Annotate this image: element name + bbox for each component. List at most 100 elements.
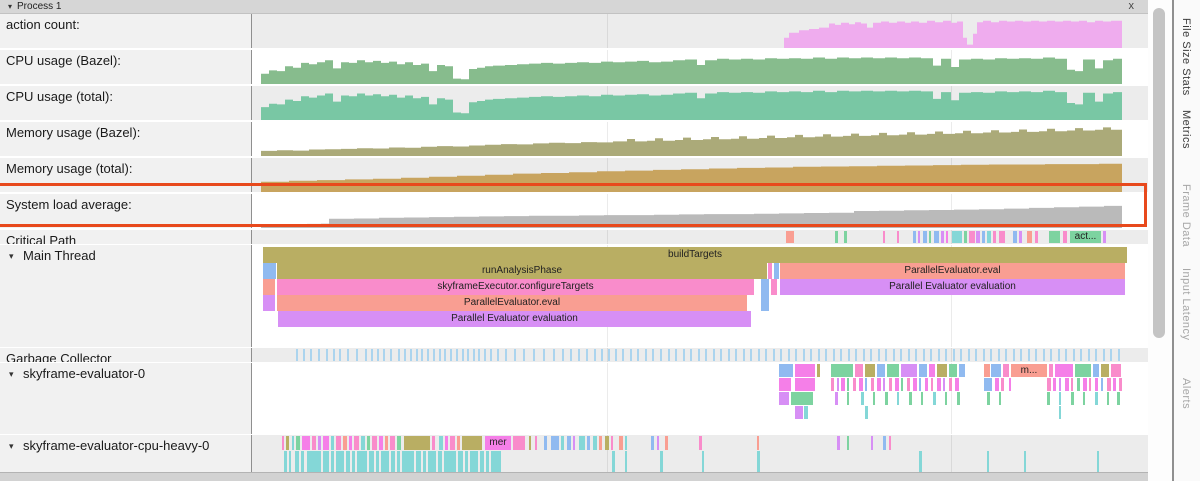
slice[interactable] <box>1049 231 1060 243</box>
gc-tick[interactable] <box>1088 349 1090 361</box>
gc-tick[interactable] <box>505 349 507 361</box>
gc-tick[interactable] <box>810 349 812 361</box>
gc-tick[interactable] <box>1118 349 1120 361</box>
slice[interactable] <box>367 436 370 450</box>
slice[interactable] <box>1075 364 1091 377</box>
slice[interactable] <box>1071 378 1073 391</box>
gc-tick[interactable] <box>383 349 385 361</box>
slice[interactable] <box>943 378 945 391</box>
slice[interactable] <box>976 231 980 243</box>
slice[interactable] <box>390 436 395 450</box>
gc-tick[interactable] <box>825 349 827 361</box>
slice[interactable] <box>786 231 794 243</box>
track-canvas-sky0[interactable]: m... <box>252 363 1148 434</box>
slice[interactable] <box>282 436 284 450</box>
gc-tick[interactable] <box>668 349 670 361</box>
slice[interactable] <box>923 231 927 243</box>
slice[interactable] <box>381 451 389 472</box>
slice[interactable] <box>397 436 401 450</box>
gc-tick[interactable] <box>310 349 312 361</box>
slice[interactable] <box>361 436 365 450</box>
slice[interactable] <box>699 436 702 450</box>
gc-tick[interactable] <box>915 349 917 361</box>
slice[interactable] <box>1024 451 1026 472</box>
slice[interactable] <box>779 392 789 405</box>
gc-tick[interactable] <box>945 349 947 361</box>
slice[interactable] <box>841 378 845 391</box>
slice[interactable] <box>987 392 990 405</box>
gc-tick[interactable] <box>365 349 367 361</box>
gc-tick[interactable] <box>339 349 341 361</box>
slice[interactable] <box>946 231 948 243</box>
slice[interactable] <box>918 231 920 243</box>
gc-tick[interactable] <box>601 349 603 361</box>
slice[interactable] <box>993 231 996 243</box>
slice[interactable] <box>612 451 615 472</box>
slice[interactable] <box>458 451 463 472</box>
slice[interactable] <box>952 231 962 243</box>
slice[interactable] <box>1013 231 1017 243</box>
track-canvas-critical-path[interactable]: act... <box>252 230 1148 244</box>
slice[interactable] <box>702 451 704 472</box>
gc-tick[interactable] <box>303 349 305 361</box>
slice[interactable] <box>1103 231 1106 243</box>
slice[interactable] <box>937 378 941 391</box>
gc-tick[interactable] <box>758 349 760 361</box>
gc-tick[interactable] <box>462 349 464 361</box>
slice-m-[interactable]: m... <box>1011 364 1047 377</box>
gc-tick[interactable] <box>840 349 842 361</box>
gc-tick[interactable] <box>484 349 486 361</box>
slice[interactable] <box>323 436 329 450</box>
slice[interactable] <box>895 378 899 391</box>
slice[interactable] <box>346 451 350 472</box>
slice[interactable] <box>561 436 564 450</box>
slice[interactable] <box>323 451 329 472</box>
gc-tick[interactable] <box>960 349 962 361</box>
gc-tick[interactable] <box>410 349 412 361</box>
slice[interactable] <box>402 451 414 472</box>
slice[interactable] <box>513 436 525 450</box>
slice-parallel-evaluator-evaluation[interactable]: Parallel Evaluator evaluation <box>780 279 1125 295</box>
slice[interactable] <box>883 436 886 450</box>
slice[interactable] <box>480 451 484 472</box>
slice[interactable] <box>349 436 352 450</box>
slice[interactable] <box>428 451 436 472</box>
slice[interactable] <box>933 392 936 405</box>
horizontal-scrollbar[interactable] <box>0 472 1148 481</box>
slice[interactable] <box>873 392 875 405</box>
slice[interactable] <box>909 392 912 405</box>
slice[interactable] <box>1119 378 1122 391</box>
slice[interactable] <box>1063 231 1067 243</box>
slice[interactable] <box>804 406 808 419</box>
slice[interactable] <box>336 451 344 472</box>
collapse-arrow-icon[interactable]: ▾ <box>6 441 23 452</box>
slice[interactable] <box>302 436 310 450</box>
slice[interactable] <box>929 364 935 377</box>
slice[interactable] <box>919 378 921 391</box>
slice[interactable] <box>292 436 294 450</box>
slice[interactable] <box>987 451 989 472</box>
slice[interactable] <box>919 364 927 377</box>
slice[interactable] <box>847 378 849 391</box>
gc-tick[interactable] <box>490 349 492 361</box>
gc-tick[interactable] <box>1013 349 1015 361</box>
gc-tick[interactable] <box>533 349 535 361</box>
slice[interactable] <box>331 451 334 472</box>
slice[interactable] <box>865 364 875 377</box>
slice[interactable] <box>941 231 944 243</box>
gc-tick[interactable] <box>456 349 458 361</box>
gc-tick[interactable] <box>908 349 910 361</box>
gc-tick[interactable] <box>953 349 955 361</box>
slice[interactable] <box>301 451 304 472</box>
gc-tick[interactable] <box>416 349 418 361</box>
slice[interactable] <box>757 451 760 472</box>
gc-tick[interactable] <box>863 349 865 361</box>
gc-tick[interactable] <box>377 349 379 361</box>
slice[interactable] <box>791 392 813 405</box>
sidebar-tab-alerts[interactable]: Alerts <box>1180 378 1192 409</box>
slice[interactable] <box>847 436 849 450</box>
slice-parallel-evaluator-evaluation[interactable]: Parallel Evaluator evaluation <box>278 311 751 327</box>
slice[interactable] <box>957 392 960 405</box>
sidebar-tab-frame-data[interactable]: Frame Data <box>1180 184 1192 247</box>
slice[interactable] <box>934 231 939 243</box>
